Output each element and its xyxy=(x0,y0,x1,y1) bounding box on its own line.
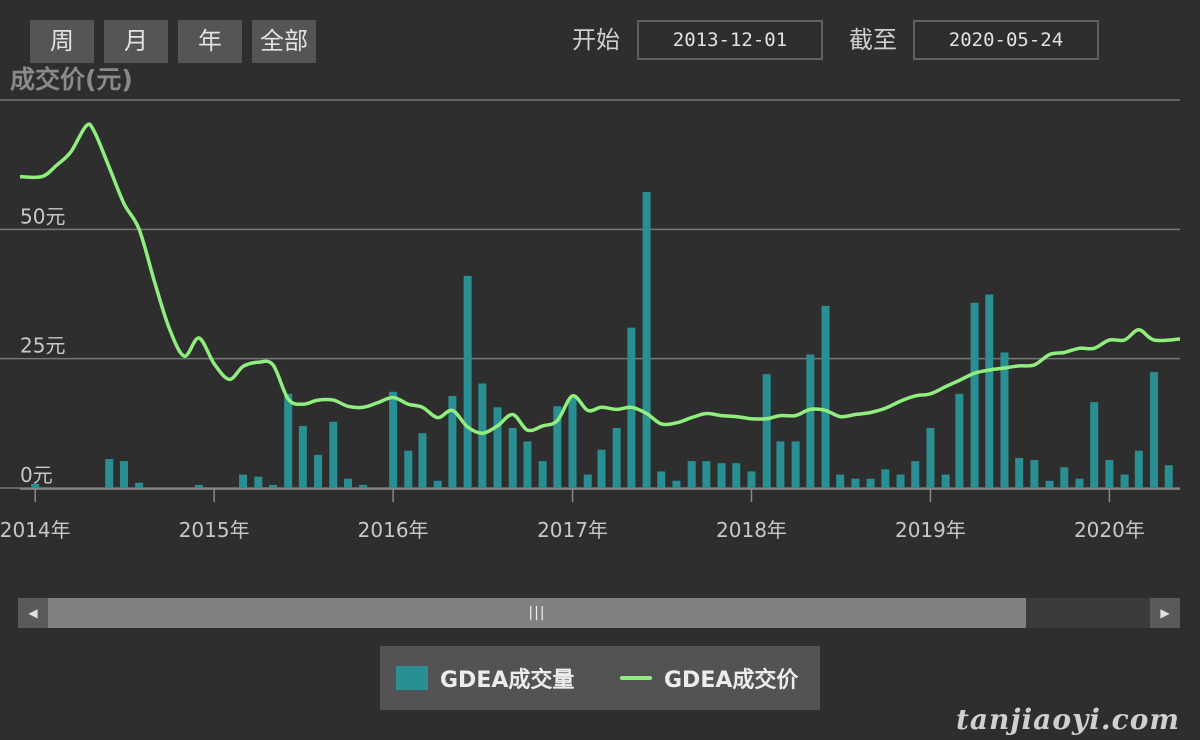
y-tick-label: 25元 xyxy=(20,334,65,358)
volume-bar xyxy=(493,407,502,488)
volume-bar xyxy=(642,192,651,488)
volume-bar xyxy=(1120,474,1129,488)
volume-bar xyxy=(776,441,785,488)
volume-bar xyxy=(418,433,427,488)
caret-right-icon: ▶ xyxy=(1160,606,1170,620)
x-tick-label: 2016年 xyxy=(358,518,429,542)
volume-bar xyxy=(672,480,681,488)
volume-bar xyxy=(1150,372,1159,488)
volume-bar xyxy=(657,471,666,488)
volume-bar xyxy=(329,421,338,488)
volume-bar xyxy=(119,461,128,488)
volume-bar xyxy=(1045,480,1054,488)
x-tick-label: 2018年 xyxy=(716,518,787,542)
scroll-thumb[interactable]: ||| xyxy=(48,598,1026,628)
volume-bar xyxy=(821,305,830,488)
x-tick-label: 2020年 xyxy=(1074,518,1145,542)
volume-bar xyxy=(806,354,815,488)
volume-bar xyxy=(717,463,726,488)
volume-bar xyxy=(359,484,368,488)
volume-bar xyxy=(298,425,307,488)
volume-bar xyxy=(612,427,621,488)
volume-bar xyxy=(105,459,114,488)
volume-bar xyxy=(1000,352,1009,488)
caret-left-icon: ◀ xyxy=(28,606,38,620)
volume-bar xyxy=(433,480,442,488)
x-tick-label: 2014年 xyxy=(0,518,71,542)
volume-bar xyxy=(404,450,413,488)
legend-label-price: GDEA成交价 xyxy=(664,668,799,693)
y-axis-title: 成交价(元) xyxy=(10,65,133,94)
volume-bar xyxy=(1015,457,1024,488)
x-tick-label: 2019年 xyxy=(895,518,966,542)
volume-bar xyxy=(851,478,860,488)
navigator-scrollbar[interactable]: ◀ ||| ▶ xyxy=(18,598,1180,628)
grip-icon: ||| xyxy=(528,605,546,621)
volume-bar xyxy=(1134,450,1143,488)
volume-bar xyxy=(568,396,577,488)
volume-bar xyxy=(747,471,756,488)
x-tick-label: 2015年 xyxy=(179,518,250,542)
legend-item-price[interactable]: GDEA成交价 xyxy=(620,656,798,700)
volume-bar xyxy=(1075,478,1084,488)
volume-bar xyxy=(1030,460,1039,488)
volume-bar xyxy=(239,474,248,488)
legend-label-volume: GDEA成交量 xyxy=(440,668,575,693)
volume-bar xyxy=(732,463,741,488)
volume-bar xyxy=(896,474,905,488)
y-tick-label: 50元 xyxy=(20,204,65,228)
volume-bar xyxy=(268,484,277,488)
volume-bar xyxy=(538,461,547,488)
volume-bar xyxy=(314,454,323,488)
watermark-text: tanjiaoyi.com xyxy=(955,703,1180,736)
volume-bar xyxy=(955,393,964,488)
volume-bar xyxy=(1060,467,1069,488)
volume-bar xyxy=(343,478,352,488)
x-tick-label: 2017年 xyxy=(537,518,608,542)
volume-bar xyxy=(836,474,845,488)
volume-bar xyxy=(254,476,263,488)
volume-bar xyxy=(583,474,592,488)
line-swatch-icon xyxy=(620,676,652,680)
volume-bar xyxy=(508,427,517,488)
volume-bar xyxy=(881,469,890,488)
volume-bar xyxy=(970,302,979,488)
volume-bar xyxy=(463,275,472,488)
volume-bar xyxy=(911,461,920,488)
volume-bar xyxy=(1164,465,1173,488)
volume-bar xyxy=(762,374,771,488)
volume-bar xyxy=(941,474,950,488)
volume-bar xyxy=(791,441,800,488)
volume-bar xyxy=(926,427,935,488)
bar-swatch-icon xyxy=(396,666,428,690)
chart-legend: GDEA成交量 GDEA成交价 xyxy=(380,646,820,710)
scroll-left-button[interactable]: ◀ xyxy=(18,598,48,628)
volume-bar xyxy=(1090,402,1099,488)
volume-bar xyxy=(523,441,532,488)
legend-item-volume[interactable]: GDEA成交量 xyxy=(396,656,574,700)
volume-bar xyxy=(478,383,487,488)
volume-bar xyxy=(702,461,711,488)
y-tick-labels: 0元 25元 50元 xyxy=(20,204,65,487)
volume-bar xyxy=(194,484,203,488)
volume-bar xyxy=(389,391,398,488)
y-tick-label: 0元 xyxy=(20,463,53,487)
volume-bar xyxy=(1105,460,1114,488)
volume-bar xyxy=(985,294,994,488)
price-volume-chart: 成交价(元) 0元 25元 50元 2014年 2015年 2016年 2017年 2018… xyxy=(0,65,1181,542)
volume-bar xyxy=(284,393,293,488)
scroll-right-button[interactable]: ▶ xyxy=(1150,598,1180,628)
x-axis: 2014年 2015年 2016年 2017年 2018年 2019年 2020年 xyxy=(0,488,1180,542)
volume-bar xyxy=(687,461,696,488)
volume-bar xyxy=(866,478,875,488)
volume-bar xyxy=(597,449,606,488)
volume-bar xyxy=(135,482,144,488)
